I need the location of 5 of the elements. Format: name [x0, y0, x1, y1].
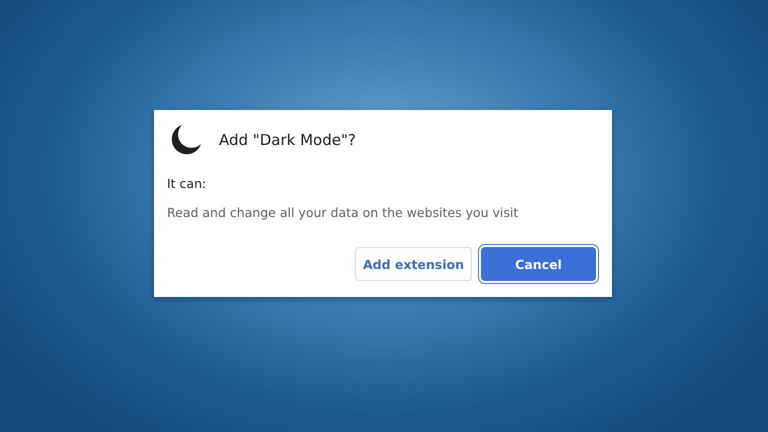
add-extension-button[interactable]: Add extension	[355, 247, 472, 281]
dialog-title: Add "Dark Mode"?	[219, 131, 356, 149]
permission-text: Read and change all your data on the websites you visit	[167, 205, 520, 220]
cancel-button[interactable]: Cancel	[481, 247, 596, 281]
intro-text: It can:	[167, 176, 208, 191]
